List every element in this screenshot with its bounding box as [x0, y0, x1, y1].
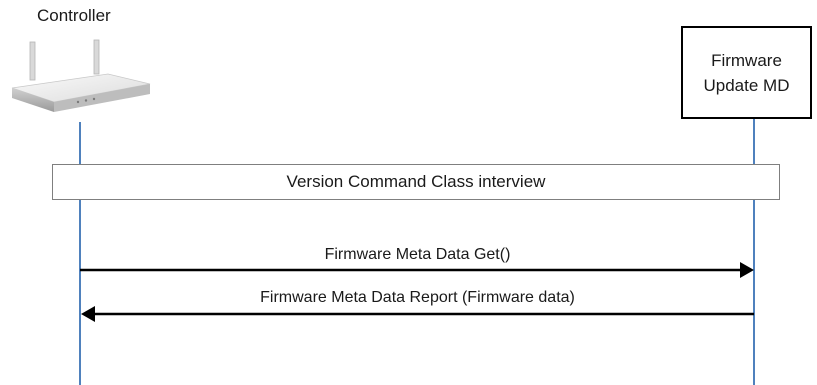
router-icon [11, 39, 151, 112]
interview-box: Version Command Class interview [52, 164, 780, 200]
msg1-arrow [80, 262, 754, 278]
firmware-box-line2: Update MD [703, 75, 790, 95]
msg2-label: Firmware Meta Data Report (Firmware data… [260, 289, 575, 306]
controller-label: Controller [37, 6, 111, 25]
firmware-box-line1: Firmware [711, 50, 782, 70]
msg1-label: Firmware Meta Data Get() [324, 246, 511, 263]
firmware-update-md-box: Firmware Update MD [681, 26, 812, 119]
interview-label: Version Command Class interview [286, 172, 546, 191]
msg2-arrow [81, 306, 754, 322]
